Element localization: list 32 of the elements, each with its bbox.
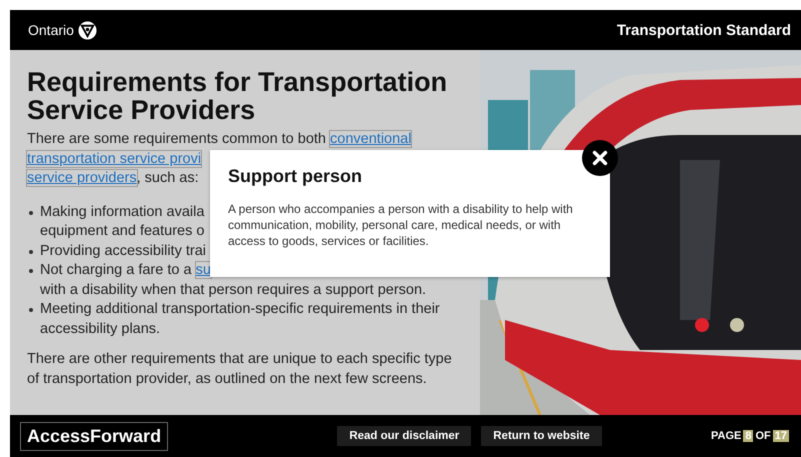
footer-link-button[interactable]: Return to website [481,426,602,446]
bullet-icon [29,269,33,273]
glossary-link[interactable]: conventional [330,131,412,147]
popup-definition: A person who accompanies a person with a disability to help with communication, mobility, personal care, medical needs, or with access to goods, services or facilities. [228,201,574,249]
bullet-text: Not charging a fare to a [40,262,193,278]
of-label: OF [755,430,771,442]
bullet-icon [29,308,33,312]
bullet-text: Providing accessibility trai [40,242,206,258]
close-icon [591,149,609,167]
glossary-link[interactable]: su [196,262,211,278]
bullet-icon [29,250,33,254]
glossary-link[interactable]: service providers [27,170,137,186]
glossary-link[interactable]: transportation service provi [27,150,202,166]
intro-text: , such as: [136,170,199,186]
bullet-text: with a disability when that person requires a support person. [40,282,426,298]
trillium-logo-icon [78,20,97,40]
bullet-text: Meeting additional transportation-specific requirements in their [40,301,440,317]
bullet-icon [29,210,33,214]
course-title: Transportation Standard [616,22,791,38]
logo-text: Ontario [28,22,74,38]
bullet-text: equipment and features o [40,223,204,239]
bullet-text: accessibility plans. [40,320,160,336]
current-page-number: 8 [743,430,754,442]
page-label: PAGE [710,430,742,442]
popup-title: Support person [228,166,363,187]
closing-paragraph: There are other requirements that are unique to each specific type of transportation provider, as outlined on the next few screens. [27,350,453,389]
total-page-number: 17 [772,430,789,442]
bullet-text: Making information availa [40,204,204,220]
brand-logo: AccessForward [20,422,168,450]
page-heading: Requirements for Transportation Service Providers [27,68,448,124]
footer-link-button[interactable]: Read our disclaimer [337,426,472,446]
intro-text: There are some requirements common to both [27,131,327,147]
